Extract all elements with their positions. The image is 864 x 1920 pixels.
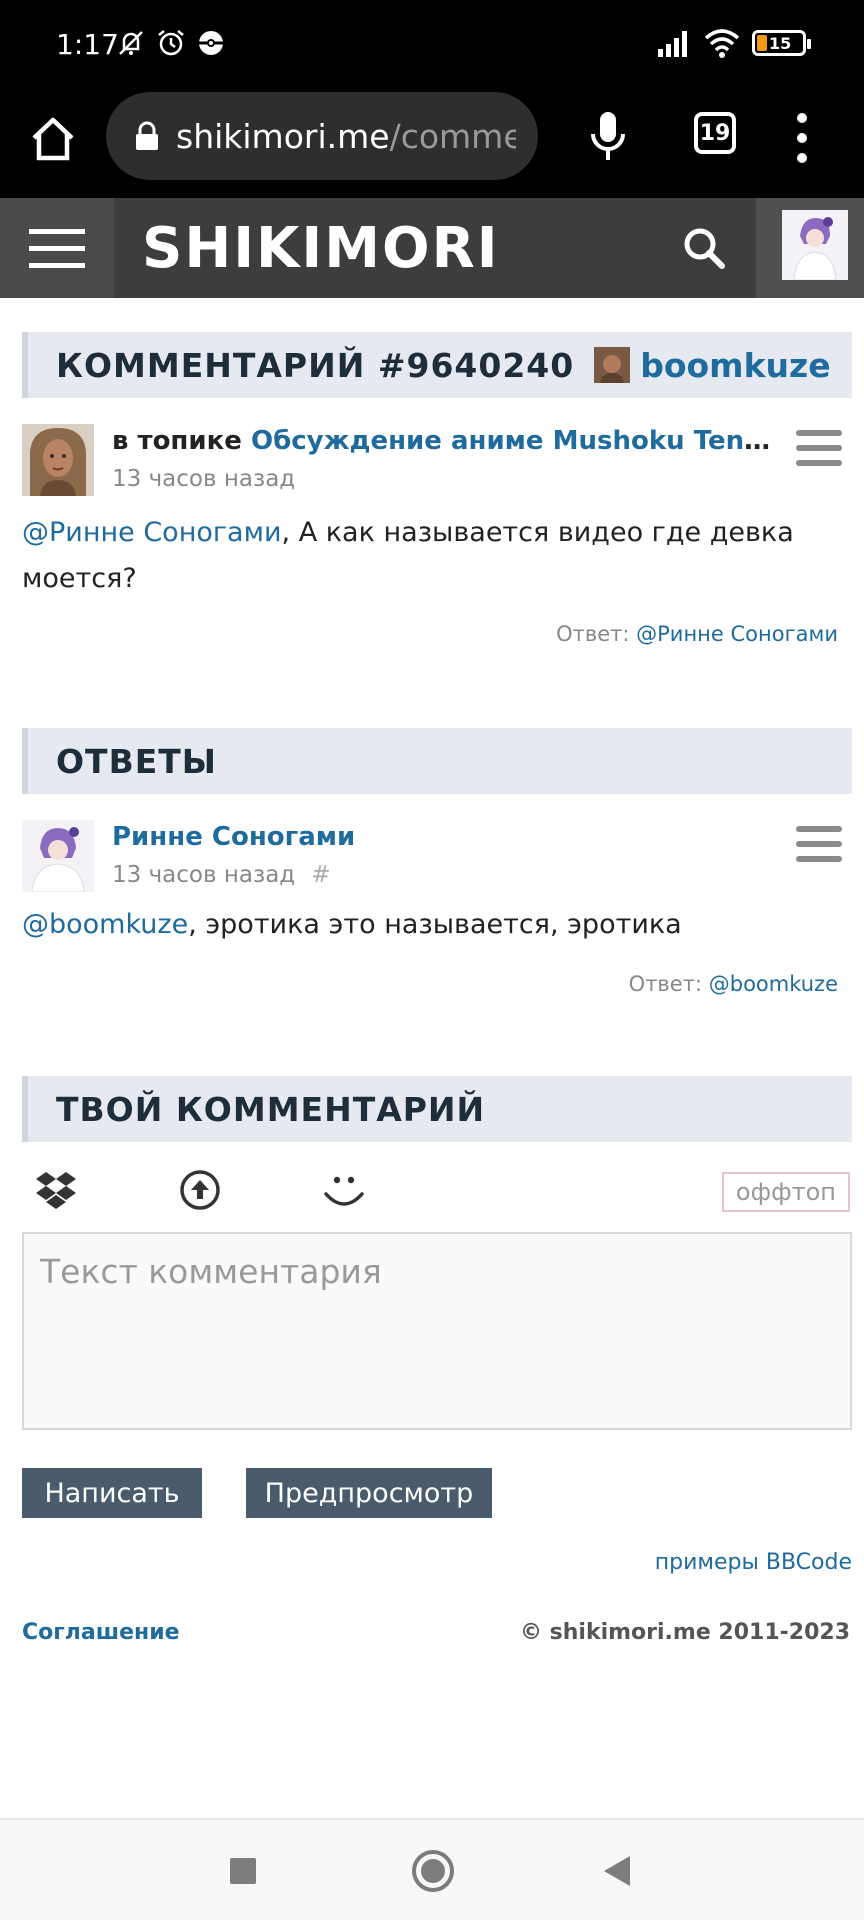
reply-label: Ответ: bbox=[628, 972, 703, 996]
author-mini-avatar[interactable] bbox=[594, 347, 631, 383]
section-title: КОММЕНТАРИЙ #9640240 bbox=[56, 345, 575, 385]
tab-count: 19 bbox=[699, 120, 731, 146]
microphone-icon[interactable] bbox=[588, 110, 628, 164]
tab-switcher-button[interactable]: 19 bbox=[694, 112, 736, 154]
home-button[interactable] bbox=[412, 1850, 454, 1892]
offtopic-toggle[interactable]: оффтоп bbox=[721, 1172, 850, 1212]
signal-icon bbox=[658, 31, 687, 57]
author-link[interactable]: boomkuze bbox=[640, 346, 830, 385]
copyright: © shikimori.me 2011-2023 bbox=[519, 1620, 850, 1645]
reply-author-link[interactable]: Ринне Соногами bbox=[112, 822, 355, 852]
topic-prefix: в топике bbox=[112, 426, 242, 456]
system-nav-bar bbox=[0, 1818, 864, 1920]
comment-meta: в топике Обсуждение аниме Mushoku Tensei… bbox=[112, 426, 772, 492]
bell-off-icon bbox=[119, 31, 143, 55]
topic-link[interactable]: Обсуждение аниме Mushoku Tensei I... bbox=[251, 426, 772, 456]
reply-mention[interactable]: @Ринне Соногами bbox=[636, 622, 838, 646]
comment-time[interactable]: 13 часов назад bbox=[112, 466, 772, 492]
reply-mention[interactable]: @boomkuze bbox=[709, 972, 838, 996]
url-text: shikimori.me/comme bbox=[176, 117, 516, 156]
avatar[interactable] bbox=[22, 820, 94, 892]
agreement-link[interactable]: Соглашение bbox=[22, 1620, 180, 1645]
editor-toolbar: оффтоп bbox=[22, 1160, 852, 1220]
avatar[interactable] bbox=[22, 424, 94, 496]
reply-time-line: 13 часов назад # bbox=[112, 862, 772, 888]
alarm-icon bbox=[158, 30, 184, 56]
reply-time[interactable]: 13 часов назад bbox=[112, 862, 295, 888]
reply-label: Ответ: bbox=[556, 622, 630, 646]
comment-topic-line: в топике Обсуждение аниме Mushoku Tensei… bbox=[112, 426, 772, 456]
url-host: shikimori.me bbox=[176, 116, 390, 156]
comment-item: в топике Обсуждение аниме Mushoku Tensei… bbox=[22, 424, 852, 664]
submit-button[interactable]: Написать bbox=[22, 1468, 202, 1518]
address-bar[interactable]: shikimori.me/comme bbox=[106, 92, 538, 180]
comment-menu-icon[interactable] bbox=[796, 430, 842, 466]
comment-menu-icon[interactable] bbox=[796, 826, 842, 862]
site-logo[interactable]: SHIKIMORI bbox=[142, 216, 500, 281]
status-bar: 1:17 15 bbox=[0, 0, 864, 92]
reply-reply-to: Ответ: @boomkuze bbox=[629, 972, 838, 996]
status-time: 1:17 bbox=[56, 28, 119, 61]
lock-icon bbox=[136, 121, 158, 150]
pokeball-icon bbox=[199, 31, 223, 55]
section-title: ТВОЙ КОММЕНТАРИЙ bbox=[56, 1089, 486, 1129]
recents-button[interactable] bbox=[230, 1858, 256, 1884]
permalink-hash[interactable]: # bbox=[311, 862, 330, 888]
user-menu-button[interactable] bbox=[756, 198, 864, 298]
your-comment-section-header: ТВОЙ КОММЕНТАРИЙ bbox=[22, 1076, 852, 1142]
reply-body: @boomkuze, эротика это называется, эроти… bbox=[22, 902, 822, 948]
more-menu-icon[interactable] bbox=[790, 110, 814, 166]
section-title: ОТВЕТЫ bbox=[56, 741, 217, 781]
search-icon[interactable] bbox=[680, 224, 728, 272]
status-icons-right: 15 bbox=[656, 28, 811, 58]
comment-body: @Ринне Соногами, А как называется видео … bbox=[22, 510, 822, 602]
back-button[interactable] bbox=[604, 1856, 630, 1886]
hamburger-menu-icon[interactable] bbox=[0, 198, 114, 298]
site-header: SHIKIMORI bbox=[0, 198, 864, 298]
comment-mention[interactable]: @Ринне Соногами bbox=[22, 517, 282, 548]
wifi-icon bbox=[704, 29, 740, 58]
status-icons-left bbox=[116, 28, 226, 58]
reply-item: Ринне Соногами 13 часов назад # @boomkuze… bbox=[22, 820, 852, 1010]
preview-button[interactable]: Предпросмотр bbox=[246, 1468, 492, 1518]
dropbox-icon[interactable] bbox=[34, 1168, 78, 1212]
home-icon[interactable] bbox=[28, 114, 78, 164]
reply-meta: Ринне Соногами 13 часов назад # bbox=[112, 822, 772, 888]
reply-author-line: Ринне Соногами bbox=[112, 822, 772, 852]
upload-icon[interactable] bbox=[178, 1168, 222, 1212]
comment-textarea[interactable]: Текст комментария bbox=[22, 1232, 852, 1430]
avatar bbox=[782, 210, 848, 280]
bbcode-examples-link[interactable]: примеры BBCode bbox=[655, 1550, 852, 1575]
reply-text: , эротика это называется, эротика bbox=[188, 909, 682, 940]
comment-section-header: КОММЕНТАРИЙ #9640240 boomkuze bbox=[22, 332, 852, 398]
battery-icon: 15 bbox=[752, 30, 811, 56]
battery-level: 15 bbox=[769, 33, 792, 53]
smiley-icon[interactable] bbox=[322, 1168, 366, 1212]
replies-section-header: ОТВЕТЫ bbox=[22, 728, 852, 794]
url-path: /comme bbox=[389, 116, 516, 156]
comment-reply-to: Ответ: @Ринне Соногами bbox=[556, 622, 838, 646]
reply-body-mention[interactable]: @boomkuze bbox=[22, 909, 188, 940]
browser-toolbar: shikimori.me/comme 19 bbox=[0, 92, 864, 198]
